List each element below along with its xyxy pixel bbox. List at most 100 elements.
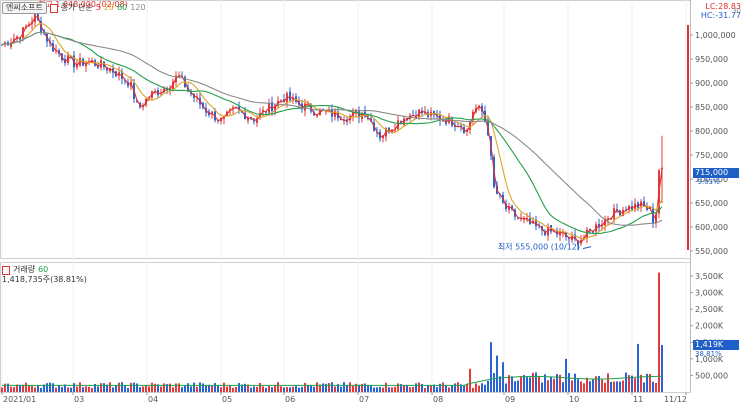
volume-bar [205,385,207,392]
volume-bar [622,380,624,392]
volume-bar [352,386,354,392]
low-label: 최저 555,000 (10/12) [498,242,580,252]
volume-bar [142,386,144,392]
volume-bar [382,387,384,392]
symbol-button[interactable]: 엔씨소프트 [2,2,47,14]
volume-bar [313,386,315,392]
volume-bar [514,381,516,392]
volume-bar [178,383,180,392]
settings-icon[interactable] [49,3,58,13]
volume-bar [523,375,525,392]
volume-bar [502,362,504,392]
volume-bar [655,382,657,392]
volume-bar [607,373,609,392]
volume-bar [160,386,162,392]
volume-bar [112,387,114,392]
volume-bar [553,378,555,392]
volume-tick-label: 2,500K [695,305,724,314]
price-panel-frame [0,0,691,259]
volume-legend: 거래량 60 [2,265,48,275]
volume-bar [181,387,183,392]
volume-bar [586,377,588,392]
volume-bar [409,387,411,392]
price-tick-label: 600,000 [695,223,728,232]
volume-bar [379,386,381,392]
volume-settings-icon[interactable] [2,265,10,275]
volume-bar [37,385,39,392]
volume-bar [529,377,531,392]
volume-bar [520,376,522,392]
x-tick-label: 2021/01 [3,395,36,404]
volume-bars [1,272,663,392]
volume-bar [541,382,543,392]
volume-title: 거래량 [13,265,36,274]
volume-bar [475,383,477,392]
volume-bar [214,383,216,392]
volume-bar [298,387,300,392]
volume-bar [91,387,93,392]
price-tick-label: 800,000 [695,127,728,136]
x-tick-label: 07 [359,395,369,404]
volume-bar [604,382,606,392]
volume-bar [304,382,306,392]
stock-chart[interactable]: 1,000,000 950,000 900,000 850,000 800,000 750… [0,0,743,404]
volume-bar [280,386,282,392]
volume-bar [517,380,519,392]
ma20-line [1,22,663,240]
volume-bar [574,373,576,392]
x-tick-label: 11 [633,395,643,404]
volume-bar [121,382,123,392]
volume-bar [175,383,177,392]
price-tick-label: 750,000 [695,151,728,160]
volume-bar [532,372,534,392]
volume-pct: 38.81% [695,350,722,358]
volume-bar [274,384,276,392]
volume-bar [271,387,273,392]
volume-bar [454,383,456,392]
volume-bar [193,382,195,392]
volume-bar [148,386,150,392]
volume-bar [184,385,186,392]
volume-bar [103,383,105,392]
volume-bar [562,382,564,392]
price-tick-label: 950,000 [695,55,728,64]
volume-bar [34,387,36,392]
x-tick-label: 10 [569,395,579,404]
volume-bar [145,384,147,392]
volume-bar [265,387,267,392]
volume-bar [583,383,585,392]
volume-bar [388,387,390,392]
volume-bar [427,385,429,392]
volume-bar [25,382,27,392]
volume-bar [436,386,438,392]
volume-bar [1,387,3,392]
volume-bar [415,383,417,392]
volume-bar [301,386,303,392]
volume-spike [490,342,492,392]
volume-bar [88,386,90,392]
volume-bar [385,382,387,392]
price-tick-label: 850,000 [695,103,728,112]
volume-bar [40,387,42,392]
x-tick-label: 08 [433,395,443,404]
period-marker: 30 [732,7,741,15]
volume-bar [406,384,408,392]
current-price-tag: 715,000 [693,168,739,178]
volume-bar [292,386,294,392]
volume-bar [190,386,192,392]
volume-bar [283,387,285,392]
volume-bar [547,380,549,392]
volume-bar [322,383,324,392]
volume-tick-label: 3,000K [695,289,724,298]
volume-bar [493,373,495,392]
volume-bar [268,385,270,392]
volume-bar [61,387,63,392]
price-legend: 엔씨소프트 종가 단순 5 20 60 120 [2,2,146,14]
volume-bar [370,384,372,392]
ma120-label: 120 [130,3,146,12]
volume-bar [484,384,486,392]
volume-bar [634,378,636,392]
volume-bar [331,382,333,392]
volume-bar [481,383,483,392]
volume-bar [499,376,501,392]
